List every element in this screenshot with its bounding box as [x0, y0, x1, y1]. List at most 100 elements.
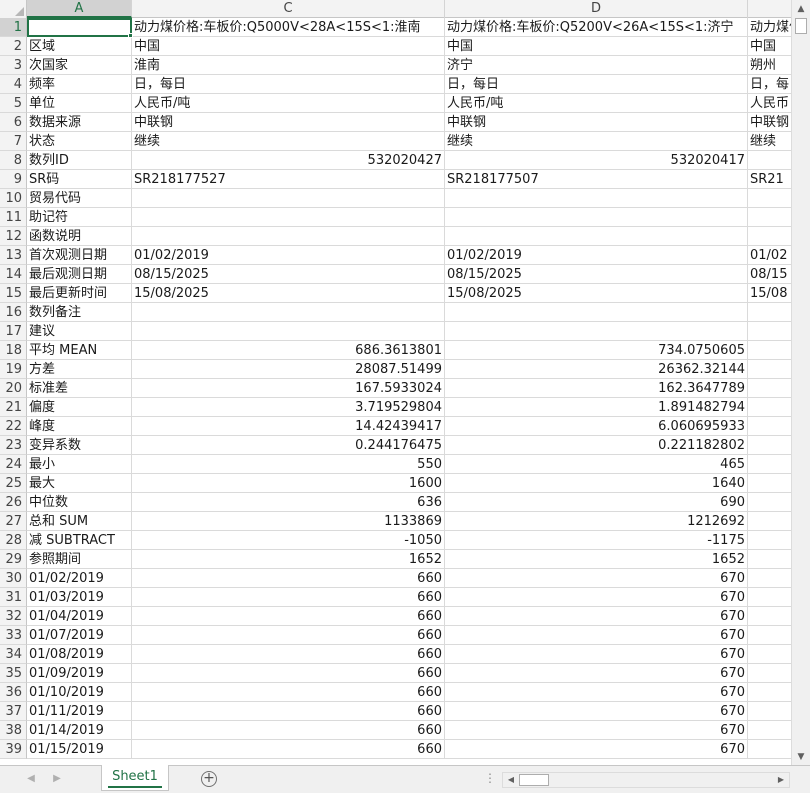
cell-col-c[interactable]: 550	[132, 455, 445, 474]
cell-col-a[interactable]: 建议	[27, 322, 132, 341]
row-header[interactable]: 31	[0, 588, 27, 607]
cell-col-e[interactable]	[748, 607, 791, 626]
row-header[interactable]: 18	[0, 341, 27, 360]
row-header[interactable]: 27	[0, 512, 27, 531]
cell-col-e[interactable]	[748, 531, 791, 550]
cell-col-d[interactable]: 15/08/2025	[445, 284, 748, 303]
row-header[interactable]: 5	[0, 94, 27, 113]
cell-col-c[interactable]: 660	[132, 569, 445, 588]
cell-col-d[interactable]: 670	[445, 664, 748, 683]
cell-col-a[interactable]: SR码	[27, 170, 132, 189]
cell-col-e[interactable]: 动力煤价格	[748, 18, 791, 37]
cell-col-d[interactable]: 1640	[445, 474, 748, 493]
column-header-c[interactable]: C	[132, 0, 445, 18]
row-header[interactable]: 13	[0, 246, 27, 265]
cell-col-e[interactable]	[748, 683, 791, 702]
cell-col-c[interactable]: 继续	[132, 132, 445, 151]
cell-col-e[interactable]	[748, 512, 791, 531]
cell-col-a[interactable]: 01/10/2019	[27, 683, 132, 702]
cell-col-d[interactable]: 继续	[445, 132, 748, 151]
cell-col-e[interactable]	[748, 721, 791, 740]
row-header[interactable]: 24	[0, 455, 27, 474]
row-header[interactable]: 4	[0, 75, 27, 94]
row-header[interactable]: 6	[0, 113, 27, 132]
cell-col-c[interactable]: 0.244176475	[132, 436, 445, 455]
cell-col-c[interactable]: 15/08/2025	[132, 284, 445, 303]
cell-col-e[interactable]: 继续	[748, 132, 791, 151]
cell-col-d[interactable]: 1652	[445, 550, 748, 569]
row-header[interactable]: 7	[0, 132, 27, 151]
cell-col-d[interactable]: 6.060695933	[445, 417, 748, 436]
cell-col-d[interactable]: 670	[445, 645, 748, 664]
cell-col-a[interactable]: 单位	[27, 94, 132, 113]
cell-col-d[interactable]	[445, 208, 748, 227]
cell-col-d[interactable]: 人民币/吨	[445, 94, 748, 113]
cell-col-e[interactable]	[748, 569, 791, 588]
cell-col-c[interactable]: 动力煤价格:车板价:Q5000V<28A<15S<1:淮南	[132, 18, 445, 37]
cell-col-a[interactable]: 数据来源	[27, 113, 132, 132]
add-sheet-icon[interactable]: +	[201, 771, 217, 787]
cell-col-c[interactable]: 660	[132, 740, 445, 759]
row-header[interactable]: 1	[0, 18, 27, 37]
cell-col-a[interactable]: 最后观测日期	[27, 265, 132, 284]
cell-col-e[interactable]	[748, 436, 791, 455]
column-header-a[interactable]: A	[27, 0, 132, 18]
cell-col-c[interactable]: 660	[132, 645, 445, 664]
cell-col-a[interactable]: 01/09/2019	[27, 664, 132, 683]
cell-col-a[interactable]: 参照期间	[27, 550, 132, 569]
row-header[interactable]: 35	[0, 664, 27, 683]
cell-col-d[interactable]: -1175	[445, 531, 748, 550]
row-header[interactable]: 32	[0, 607, 27, 626]
cell-col-a[interactable]: 峰度	[27, 417, 132, 436]
cell-col-c[interactable]: 人民币/吨	[132, 94, 445, 113]
row-header[interactable]: 39	[0, 740, 27, 759]
row-header[interactable]: 28	[0, 531, 27, 550]
cell-col-a[interactable]: 数列备注	[27, 303, 132, 322]
cell-col-e[interactable]	[748, 189, 791, 208]
cell-col-a[interactable]: 助记符	[27, 208, 132, 227]
cell-col-e[interactable]: 中联钢	[748, 113, 791, 132]
cell-col-e[interactable]: 朔州	[748, 56, 791, 75]
cell-col-d[interactable]: 0.221182802	[445, 436, 748, 455]
cell-col-e[interactable]	[748, 360, 791, 379]
cell-col-c[interactable]	[132, 208, 445, 227]
cell-col-c[interactable]: 660	[132, 664, 445, 683]
cell-col-d[interactable]: 670	[445, 588, 748, 607]
cell-col-d[interactable]: 26362.32144	[445, 360, 748, 379]
cell-col-a[interactable]: 01/11/2019	[27, 702, 132, 721]
scroll-left-arrow-icon[interactable]: ◀	[504, 773, 518, 787]
cell-col-e[interactable]	[748, 208, 791, 227]
cell-col-c[interactable]: 660	[132, 721, 445, 740]
cell-col-a[interactable]: 贸易代码	[27, 189, 132, 208]
cell-col-a[interactable]: 01/03/2019	[27, 588, 132, 607]
cell-col-a[interactable]: 次国家	[27, 56, 132, 75]
cell-col-a[interactable]: 标准差	[27, 379, 132, 398]
cell-col-a[interactable]: 变异系数	[27, 436, 132, 455]
row-header[interactable]: 8	[0, 151, 27, 170]
cell-col-e[interactable]	[748, 702, 791, 721]
prev-sheet-arrow-icon[interactable]: ◀	[24, 772, 38, 786]
cell-col-e[interactable]	[748, 493, 791, 512]
cell-col-e[interactable]	[748, 645, 791, 664]
cell-col-a[interactable]: 01/02/2019	[27, 569, 132, 588]
cell-col-c[interactable]: 1600	[132, 474, 445, 493]
cell-col-d[interactable]: 465	[445, 455, 748, 474]
cell-col-c[interactable]: 660	[132, 626, 445, 645]
cell-col-a[interactable]: 中位数	[27, 493, 132, 512]
row-header[interactable]: 3	[0, 56, 27, 75]
row-header[interactable]: 19	[0, 360, 27, 379]
row-header[interactable]: 15	[0, 284, 27, 303]
cell-col-a[interactable]	[27, 18, 132, 37]
cell-col-e[interactable]	[748, 227, 791, 246]
scroll-up-arrow-icon[interactable]: ▲	[792, 0, 810, 17]
cell-col-c[interactable]: 1133869	[132, 512, 445, 531]
cell-col-d[interactable]: 670	[445, 721, 748, 740]
cell-col-c[interactable]: -1050	[132, 531, 445, 550]
cell-col-d[interactable]: 济宁	[445, 56, 748, 75]
cell-col-d[interactable]: 670	[445, 683, 748, 702]
cell-col-c[interactable]: 3.719529804	[132, 398, 445, 417]
row-header[interactable]: 11	[0, 208, 27, 227]
cell-col-c[interactable]	[132, 303, 445, 322]
cell-col-c[interactable]: 686.3613801	[132, 341, 445, 360]
cell-col-e[interactable]	[748, 550, 791, 569]
